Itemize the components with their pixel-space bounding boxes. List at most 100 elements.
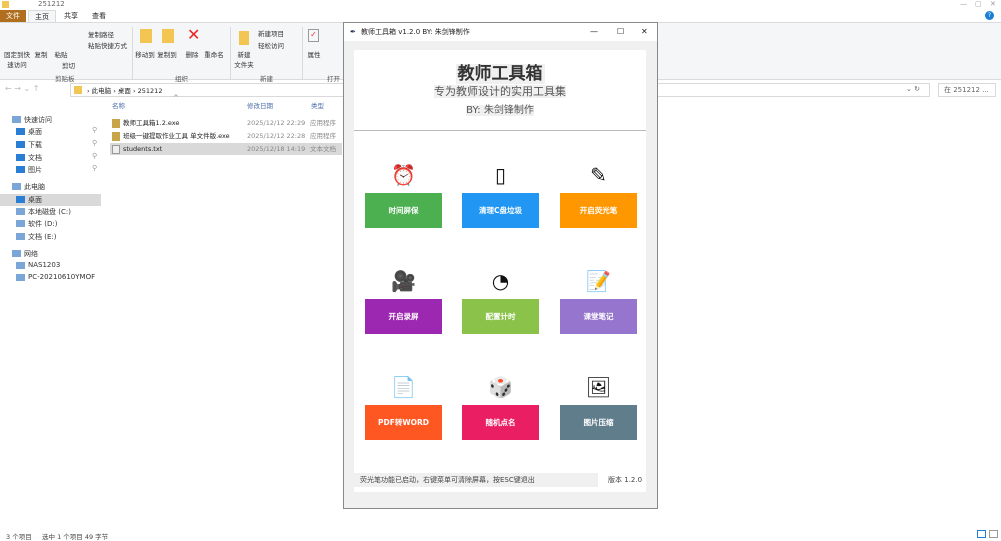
pencil-icon: ✎ [590, 163, 607, 187]
file-row[interactable]: 教师工具箱1.2.exe 2025/12/12 22:29 应用程序 [110, 117, 342, 129]
computer-icon [16, 262, 25, 269]
tiles-view-button[interactable] [989, 530, 998, 538]
sidebar-item-label: 快速访问 [24, 116, 52, 124]
tool-button[interactable]: 配置计时 [462, 299, 539, 334]
sidebar-item[interactable]: 桌面 [0, 194, 101, 206]
search-input[interactable]: 在 251212 ... [938, 83, 996, 97]
column-date[interactable]: 修改日期 [247, 100, 273, 110]
pin-icon: ⚲ [92, 139, 98, 147]
folder-icon [2, 1, 9, 8]
easy-access-button[interactable]: 轻松访问 [258, 40, 284, 50]
sidebar-item[interactable]: PC-20210610YMOF [0, 272, 101, 284]
move-to-button[interactable]: 移动到 [134, 49, 156, 59]
maximize-button[interactable]: ▢ [975, 0, 982, 8]
computer-icon [16, 274, 25, 281]
tool-button[interactable]: PDF转WORD [365, 405, 442, 440]
tool-button[interactable]: 时间屏保 [365, 193, 442, 228]
sidebar-item-label: 软件 (D:) [28, 220, 58, 228]
alarm-clock-icon: ⏰ [391, 163, 416, 187]
new-item-button[interactable]: 新建项目 [258, 28, 284, 38]
file-type: 应用程序 [310, 119, 336, 127]
sidebar-item-label: PC-20210610YMOF [28, 273, 96, 281]
copy-to-button[interactable]: 复制到 [156, 49, 178, 59]
group-clipboard-label: 剪贴板 [55, 75, 75, 83]
pin-icon: ⚲ [92, 152, 98, 160]
tool-button[interactable]: 随机点名 [462, 405, 539, 440]
sidebar-item[interactable]: 文档 (E:) [0, 231, 101, 243]
tab-view[interactable]: 查看 [86, 10, 112, 22]
quick-access-toolbar: 251212 — ▢ ✕ [0, 0, 1001, 10]
copy-to-icon [162, 29, 174, 43]
file-date: 2025/12/12 22:29 [247, 119, 306, 127]
breadcrumb-item[interactable]: 此电脑 [92, 87, 112, 95]
tool-author: BY: 朱剑锋制作 [466, 105, 534, 116]
sidebar-item[interactable]: 软件 (D:) [0, 218, 101, 230]
properties-button[interactable]: 属性 [305, 49, 323, 59]
tool-button[interactable]: 课堂笔记 [560, 299, 637, 334]
sidebar-item[interactable]: 此电脑 [0, 181, 101, 193]
sidebar-item-label: 桌面 [28, 128, 42, 136]
sidebar-item[interactable]: 下载 ⚲ [0, 139, 101, 151]
breadcrumb-item[interactable]: 251212 [138, 87, 163, 95]
document-icon: 📄 [391, 375, 416, 399]
tab-home[interactable]: 主页 [28, 10, 56, 22]
details-view-button[interactable] [977, 530, 986, 538]
copy-path-button[interactable]: 复制路径 [88, 29, 114, 39]
sidebar-item[interactable]: 文档 ⚲ [0, 152, 101, 164]
paste-shortcut-button[interactable]: 粘贴快捷方式 [88, 40, 127, 50]
minimize-button[interactable]: — [590, 23, 598, 41]
column-type[interactable]: 类型 [311, 100, 324, 110]
paste-button[interactable]: 粘贴 [52, 49, 70, 59]
desktop-icon [16, 128, 25, 135]
file-icon [112, 145, 120, 154]
pin-quick-access-button[interactable]: 固定到快速访问 [2, 49, 32, 69]
memo-icon: 📝 [586, 269, 611, 293]
rename-button[interactable]: 重命名 [203, 49, 225, 59]
desktop-icon [16, 196, 25, 203]
move-to-icon [140, 29, 152, 43]
tool-button[interactable]: 图片压缩 [560, 405, 637, 440]
sidebar-item-label: 本地磁盘 (C:) [28, 208, 71, 216]
tool-button[interactable]: 开启录屏 [365, 299, 442, 334]
file-icon [112, 132, 120, 141]
sidebar-item[interactable]: 快速访问 [0, 114, 101, 126]
sidebar-item[interactable]: 图片 ⚲ [0, 164, 101, 176]
group-new-label: 新建 [260, 75, 273, 83]
folder-icon [74, 86, 82, 94]
column-name[interactable]: 名称 [112, 100, 125, 110]
delete-button[interactable]: 删除 [184, 49, 200, 59]
teacher-toolbox-window: ✒ 教师工具箱 v1.2.0 BY: 朱剑锋制作 — ☐ ✕ 教师工具箱 专为教… [343, 22, 658, 509]
copy-button[interactable]: 复制 [32, 49, 50, 59]
tool-window-title: 教师工具箱 v1.2.0 BY: 朱剑锋制作 [361, 28, 470, 36]
sidebar-item[interactable]: 桌面 ⚲ [0, 126, 101, 138]
tool-title: 教师工具箱 [455, 64, 545, 84]
minimize-button[interactable]: — [960, 0, 967, 8]
tool-titlebar: ✒ 教师工具箱 v1.2.0 BY: 朱剑锋制作 — ☐ ✕ [344, 23, 657, 41]
maximize-button[interactable]: ☐ [617, 23, 624, 41]
cut-button[interactable]: 剪切 [62, 60, 75, 70]
drive-icon [16, 220, 25, 227]
sidebar-item[interactable]: NAS1203 [0, 260, 101, 272]
footer-status: 荧光笔功能已启动，右键菜单可清除屏幕，按ESC键退出 [354, 473, 598, 487]
this-pc-icon [12, 183, 21, 190]
sidebar-item-label: 此电脑 [24, 183, 45, 191]
tool-button[interactable]: 清理C盘垃圾 [462, 193, 539, 228]
tool-button[interactable]: 开启荧光笔 [560, 193, 637, 228]
back-button[interactable]: ← → ⌄ ↑ [5, 84, 39, 93]
close-button[interactable]: ✕ [990, 0, 996, 8]
help-icon[interactable]: ? [985, 11, 994, 20]
new-folder-button[interactable]: 新建 文件夹 [233, 49, 255, 69]
refresh-icon[interactable]: ⌄ ↻ [906, 85, 920, 93]
breadcrumb-item[interactable]: 桌面 [118, 87, 131, 95]
pin-icon: ⚲ [92, 126, 98, 134]
tab-share[interactable]: 共享 [58, 10, 84, 22]
file-row[interactable]: students.txt 2025/12/18 14:19 文本文档 [110, 143, 342, 155]
tab-file[interactable]: 文件 [0, 10, 26, 22]
sidebar-item[interactable]: 本地磁盘 (C:) [0, 206, 101, 218]
blank-page-icon: ▯ [494, 163, 506, 187]
sidebar-item[interactable]: 网络 [0, 248, 101, 260]
file-row[interactable]: 班级一键提取作业工具 单文件版.exe 2025/12/12 22:28 应用程序 [110, 130, 342, 142]
close-button[interactable]: ✕ [641, 23, 648, 41]
documents-icon [16, 154, 25, 161]
pictures-icon [16, 166, 25, 173]
